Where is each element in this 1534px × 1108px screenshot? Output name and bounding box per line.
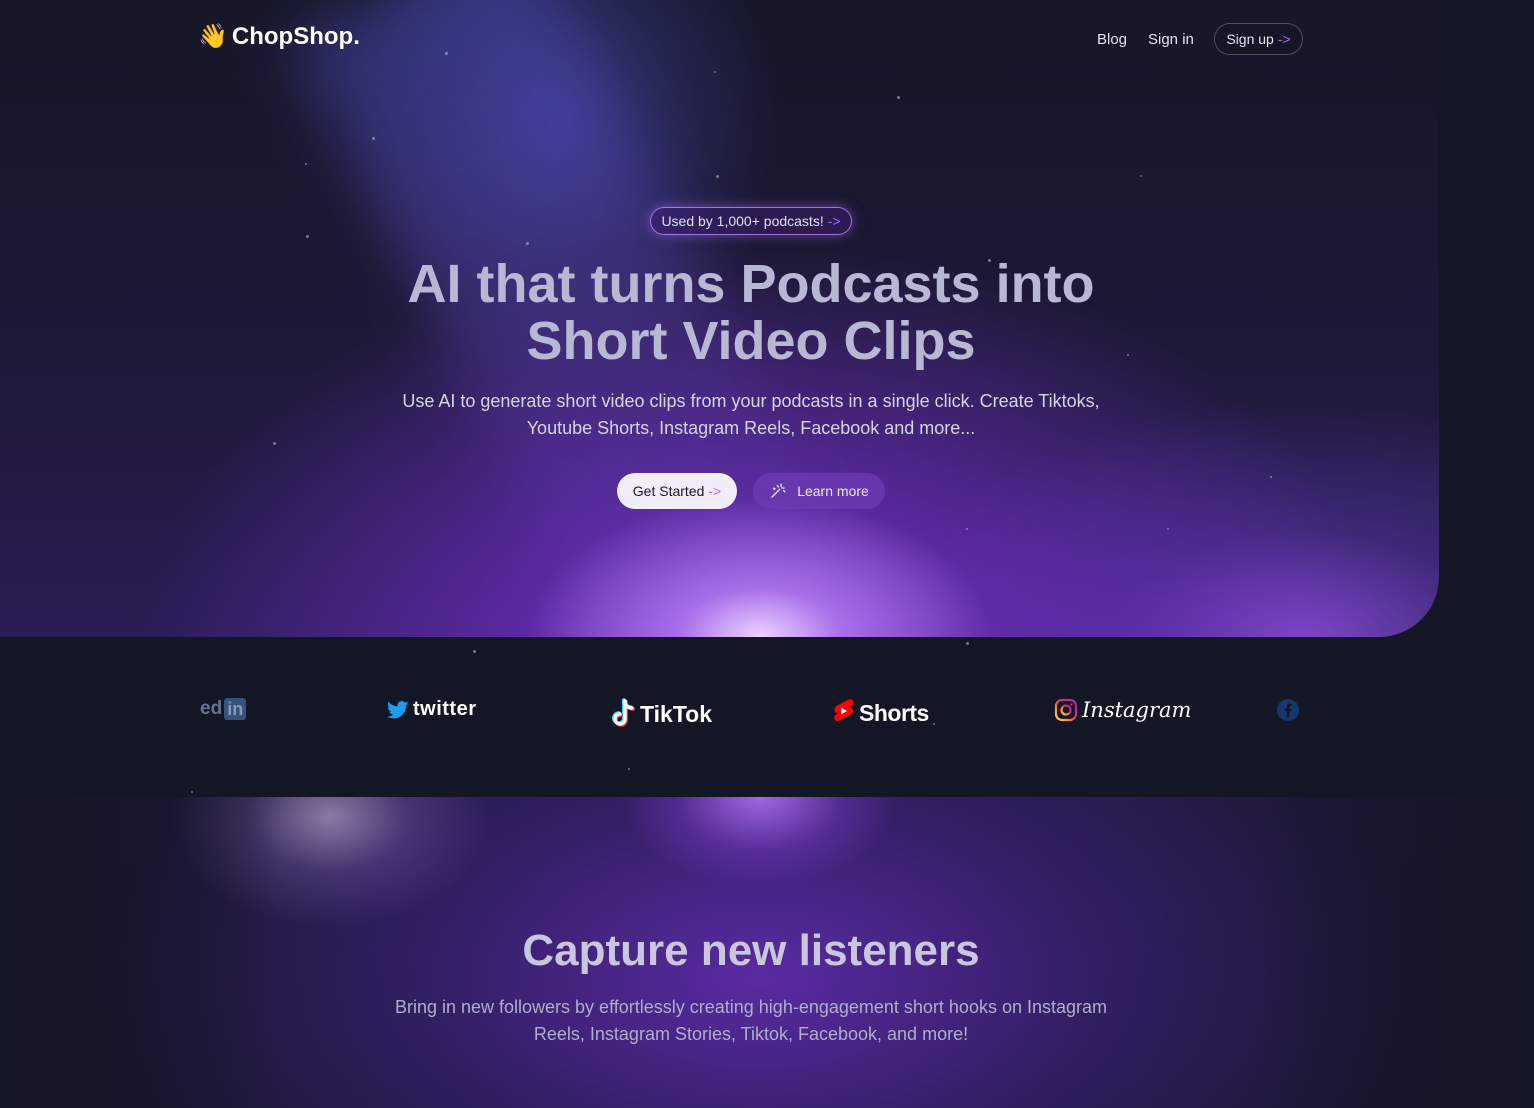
star: [628, 768, 630, 770]
tiktok-note-icon: [612, 698, 635, 727]
instagram-text: Instagram: [1082, 698, 1192, 722]
arrow-right-icon: ->: [1277, 31, 1291, 47]
logo[interactable]: 👋 ChopShop.: [198, 22, 360, 51]
star: [191, 791, 193, 793]
linkedin-text: ed: [200, 698, 223, 719]
star: [966, 528, 968, 530]
platform-logos: ed in twitter TikTok Shorts Instagram: [0, 690, 1534, 746]
logo-text: ChopShop.: [231, 22, 360, 50]
hero-title-line-1: AI that turns Podcasts into: [407, 254, 1095, 314]
star: [372, 137, 375, 140]
star: [526, 242, 529, 245]
hero-subtitle: Use AI to generate short video clips fro…: [402, 391, 1100, 438]
linkedin-icon: in: [224, 698, 247, 720]
star: [1270, 476, 1272, 478]
learn-more-label: Learn more: [797, 483, 869, 499]
star: [305, 163, 307, 165]
get-started-label: Get Started: [632, 483, 705, 499]
social-proof-badge[interactable]: Used by 1,000+ podcasts! ->: [650, 207, 852, 235]
star: [473, 650, 476, 653]
magic-wand-icon: [771, 483, 786, 498]
sign-up-label: Sign up: [1226, 31, 1274, 47]
learn-more-button[interactable]: Learn more: [753, 473, 885, 509]
shorts-text: Shorts: [859, 699, 929, 726]
twitter-text: twitter: [413, 698, 477, 720]
linkedin-logo: ed in: [200, 698, 247, 720]
star: [897, 96, 900, 99]
star: [306, 235, 309, 238]
instagram-icon: [1054, 698, 1078, 722]
landing-page: 👋 ChopShop. Blog Sign in Sign up -> Used…: [0, 0, 1534, 1108]
twitter-logo: twitter: [387, 698, 477, 721]
instagram-logo: Instagram: [1054, 698, 1191, 722]
star: [1167, 528, 1169, 530]
hero-title: AI that turns Podcasts into Short Video …: [300, 256, 1202, 370]
twitter-bird-icon: [387, 700, 409, 718]
top-nav: 👋 ChopShop. Blog Sign in Sign up ->: [0, 0, 1534, 80]
youtube-shorts-icon: [834, 699, 854, 722]
arrow-right-icon: ->: [708, 483, 722, 499]
star: [716, 175, 719, 178]
star: [273, 442, 276, 445]
star: [966, 642, 969, 645]
waving-hand-icon: 👋: [198, 23, 228, 50]
facebook-icon: [1277, 699, 1299, 721]
get-started-button[interactable]: Get Started ->: [617, 473, 737, 509]
star: [1140, 175, 1142, 177]
tiktok-logo: TikTok: [608, 698, 712, 730]
nav-link-sign-in[interactable]: Sign in: [1148, 31, 1194, 48]
tiktok-text: TikTok: [640, 700, 712, 727]
badge-text: Used by 1,000+ podcasts!: [661, 213, 824, 229]
sign-up-button[interactable]: Sign up ->: [1214, 23, 1303, 55]
nav-link-blog[interactable]: Blog: [1097, 31, 1127, 48]
arrow-right-icon: ->: [827, 213, 841, 229]
youtube-shorts-logo: Shorts: [831, 698, 929, 728]
hero-title-line-2: Short Video Clips: [526, 311, 976, 371]
capture-subtitle: Bring in new followers by effortlessly c…: [394, 997, 1108, 1044]
capture-title: Capture new listeners: [522, 926, 980, 975]
facebook-logo: [1276, 698, 1304, 722]
